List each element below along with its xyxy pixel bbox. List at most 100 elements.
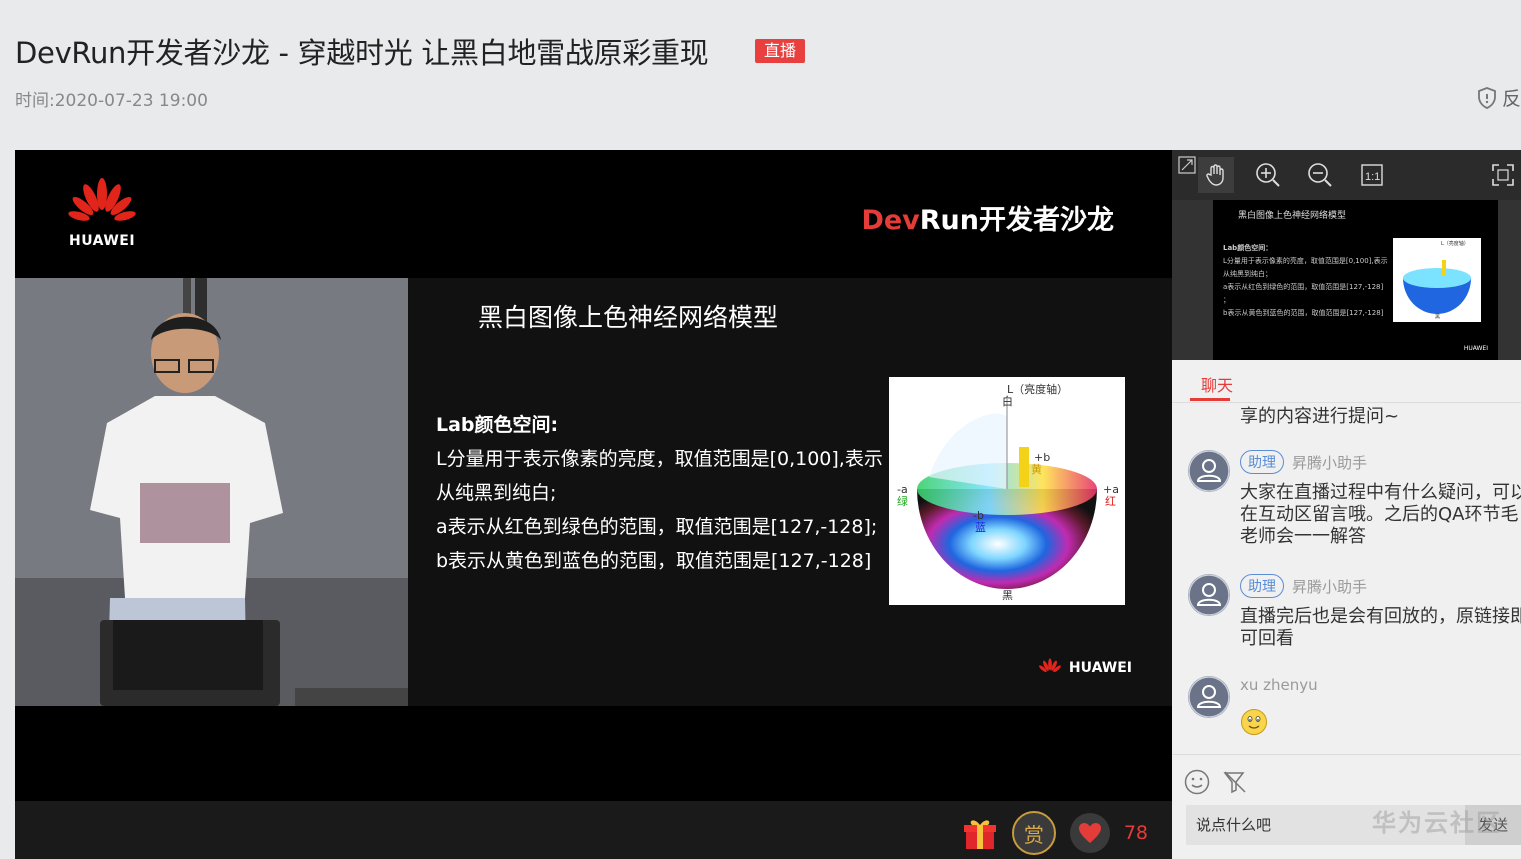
lab-yellow: 黄: [1031, 462, 1042, 476]
message-author: 昇腾小助手: [1292, 453, 1368, 472]
zoom-out-button[interactable]: [1302, 157, 1338, 193]
thumbnail-line: ；: [1223, 296, 1230, 304]
tab-chat[interactable]: 聊天: [1201, 372, 1233, 396]
message-meta: 助理 昇腾小助手: [1240, 574, 1367, 598]
page-title: DevRun开发者沙龙 - 穿越时光 让黑白地雷战原彩重现: [15, 36, 709, 70]
like-button[interactable]: [1069, 813, 1110, 853]
brand-rest: Run开发者沙龙: [919, 205, 1114, 236]
hand-tool-button[interactable]: [1198, 157, 1234, 193]
tab-underline: [1190, 398, 1230, 401]
message-text: 大家在直播过程中有什么疑问，可以 在互动区留言哦。之后的QA环节毛 老师会一一解…: [1240, 482, 1521, 547]
message-author: 昇腾小助手: [1292, 577, 1368, 596]
slide-footer-logo: HUAWEI: [1037, 658, 1132, 678]
message-text: 直播完后也是会有回放的，原链接即 可回看: [1240, 606, 1521, 649]
message-emoji: [1240, 708, 1268, 740]
emoji-icon[interactable]: [1184, 769, 1210, 795]
message-author: xu zhenyu: [1240, 676, 1318, 694]
avatar[interactable]: [1188, 450, 1230, 492]
report-link[interactable]: 反: [1476, 84, 1521, 111]
lab-white: 白: [1002, 394, 1013, 408]
side-panel: 1:1 黑白图像上色神经网络模型 Lab颜色空间： L分量用于表示像素的亮度，取…: [1172, 150, 1521, 859]
thumbnail-line: Lab颜色空间：: [1223, 244, 1273, 252]
time-value: 2020-07-23 19:00: [54, 91, 208, 111]
slide-thumbnail[interactable]: 黑白图像上色神经网络模型 Lab颜色空间： L分量用于表示像素的亮度，取值范围是…: [1213, 200, 1498, 360]
thumbnail-logo-text: HUAWEI: [1463, 345, 1488, 352]
slide-footer-logo-text: HUAWEI: [1068, 660, 1132, 676]
thumbnail-lab-image: L（亮度轴） 黑: [1393, 238, 1481, 322]
slide-line: 从纯黑到纯白;: [436, 482, 557, 504]
zoom-in-button[interactable]: [1250, 157, 1286, 193]
thumbnail-line: 从纯黑到纯白；: [1223, 270, 1272, 278]
huawei-logo-text: HUAWEI: [69, 233, 136, 249]
message-meta: xu zhenyu: [1240, 676, 1318, 694]
brand-dev: Dev: [861, 205, 920, 236]
slide-text: Lab颜色空间: L分量用于表示像素的亮度，取值范围是[0,100],表示 从纯…: [436, 408, 883, 578]
user-avatar-icon: [1188, 676, 1230, 718]
zoom-in-icon: [1256, 163, 1280, 187]
lab-blue: 蓝: [975, 521, 986, 534]
presenter-figure: [15, 278, 408, 706]
slide-line: b表示从黄色到蓝色的范围，取值范围是[127,-128]: [436, 550, 872, 572]
report-label: 反: [1501, 88, 1521, 110]
lab-red: 红: [1105, 495, 1116, 508]
avatar[interactable]: [1188, 574, 1230, 616]
doc-toolbar: 1:1: [1172, 150, 1521, 200]
slide-heading: 黑白图像上色神经网络模型: [478, 303, 779, 332]
lab-black: 黑: [1002, 589, 1013, 602]
user-avatar-icon: [1188, 574, 1230, 616]
gift-icon[interactable]: [962, 815, 998, 851]
fullscreen-icon: [1492, 164, 1514, 186]
lab-green: 绿: [897, 494, 908, 508]
thumbnail-title: 黑白图像上色神经网络模型: [1238, 211, 1347, 221]
live-badge: 直播: [755, 39, 806, 63]
slide-line: a表示从红色到绿色的范围，取值范围是[127,-128];: [436, 516, 878, 538]
thumbnail-line: L分量用于表示像素的亮度，取值范围是[0,100],表示: [1223, 257, 1388, 265]
role-badge: 助理: [1240, 574, 1284, 598]
message-text-partial: 享的内容进行提问~: [1240, 406, 1400, 427]
actual-size-icon: 1:1: [1361, 164, 1383, 186]
slide-line: L分量用于表示像素的亮度，取值范围是[0,100],表示: [436, 448, 883, 470]
thumbnail-line: a表示从红色到绿色的范围，取值范围是[127,-128]: [1223, 283, 1384, 291]
chat-tools: [1172, 754, 1521, 801]
chat-tabbar: 聊天: [1172, 360, 1521, 403]
hand-icon: [1206, 164, 1224, 186]
slide-thumbnail-area: 黑白图像上色神经网络模型 Lab颜色空间： L分量用于表示像素的亮度，取值范围是…: [1172, 200, 1521, 360]
thumbnail-line: b表示从黄色到蓝色的范围，取值范围是[127,-128]: [1223, 309, 1384, 317]
role-badge: 助理: [1240, 450, 1284, 474]
huawei-logo-icon: [68, 178, 136, 221]
player-controls: 赏 78: [15, 801, 1172, 859]
thumbnail-image-label: L（亮度轴）: [1441, 240, 1469, 247]
slide-content: 黑白图像上色神经网络模型 Lab颜色空间: L分量用于表示像素的亮度，取值范围是…: [408, 278, 1172, 706]
player-actions: 赏 78: [962, 811, 1148, 855]
filter-icon[interactable]: [1222, 769, 1248, 795]
lab-color-space-image: L（亮度轴） 白 黑 +a 红 -a 绿 +b 黄 -b 蓝: [889, 377, 1125, 605]
actual-size-button[interactable]: 1:1: [1354, 157, 1390, 193]
svg-text:1:1: 1:1: [1365, 171, 1380, 183]
huawei-small-logo-icon: [1039, 658, 1061, 673]
reward-button[interactable]: 赏: [1011, 811, 1056, 855]
chat-messages[interactable]: 享的内容进行提问~ 助理 昇腾小助手 大家在直播过程中有什么疑问，可以 在互动区…: [1172, 402, 1521, 754]
shield-icon: [1478, 86, 1496, 109]
user-avatar-icon: [1188, 450, 1230, 492]
message-meta: 助理 昇腾小助手: [1240, 450, 1367, 474]
heart-icon: [1078, 823, 1101, 843]
chat-message: 助理 昇腾小助手 直播完后也是会有回放的，原链接即 可回看: [1188, 574, 1521, 664]
smile-emoji-icon: [1241, 709, 1267, 735]
expand-icon[interactable]: [1178, 156, 1196, 174]
video-player[interactable]: HUAWEI DevRun开发者沙龙 黑白图像上色神经网络模型 Lab颜色空间:…: [15, 150, 1172, 859]
thumbnail-image-label-bottom: 黑: [1435, 314, 1440, 320]
presenter-video: [15, 278, 408, 706]
time-label: 时间:: [15, 91, 55, 111]
slide-header: HUAWEI DevRun开发者沙龙: [15, 150, 1172, 278]
zoom-out-icon: [1308, 163, 1332, 187]
chat-message: xu zhenyu: [1188, 676, 1521, 746]
devrun-brand: DevRun开发者沙龙: [861, 198, 1114, 237]
like-count: 78: [1123, 822, 1148, 844]
lab-axis-label: L（亮度轴）: [1007, 382, 1068, 396]
watermark: 华为云社区: [1372, 809, 1502, 837]
fullscreen-button[interactable]: [1485, 157, 1521, 193]
avatar[interactable]: [1188, 676, 1230, 718]
slide-line: Lab颜色空间:: [436, 414, 559, 436]
time-line: 时间:2020-07-23 19:00: [15, 86, 208, 111]
chat-message: 助理 昇腾小助手 大家在直播过程中有什么疑问，可以 在互动区留言哦。之后的QA环…: [1188, 450, 1521, 560]
